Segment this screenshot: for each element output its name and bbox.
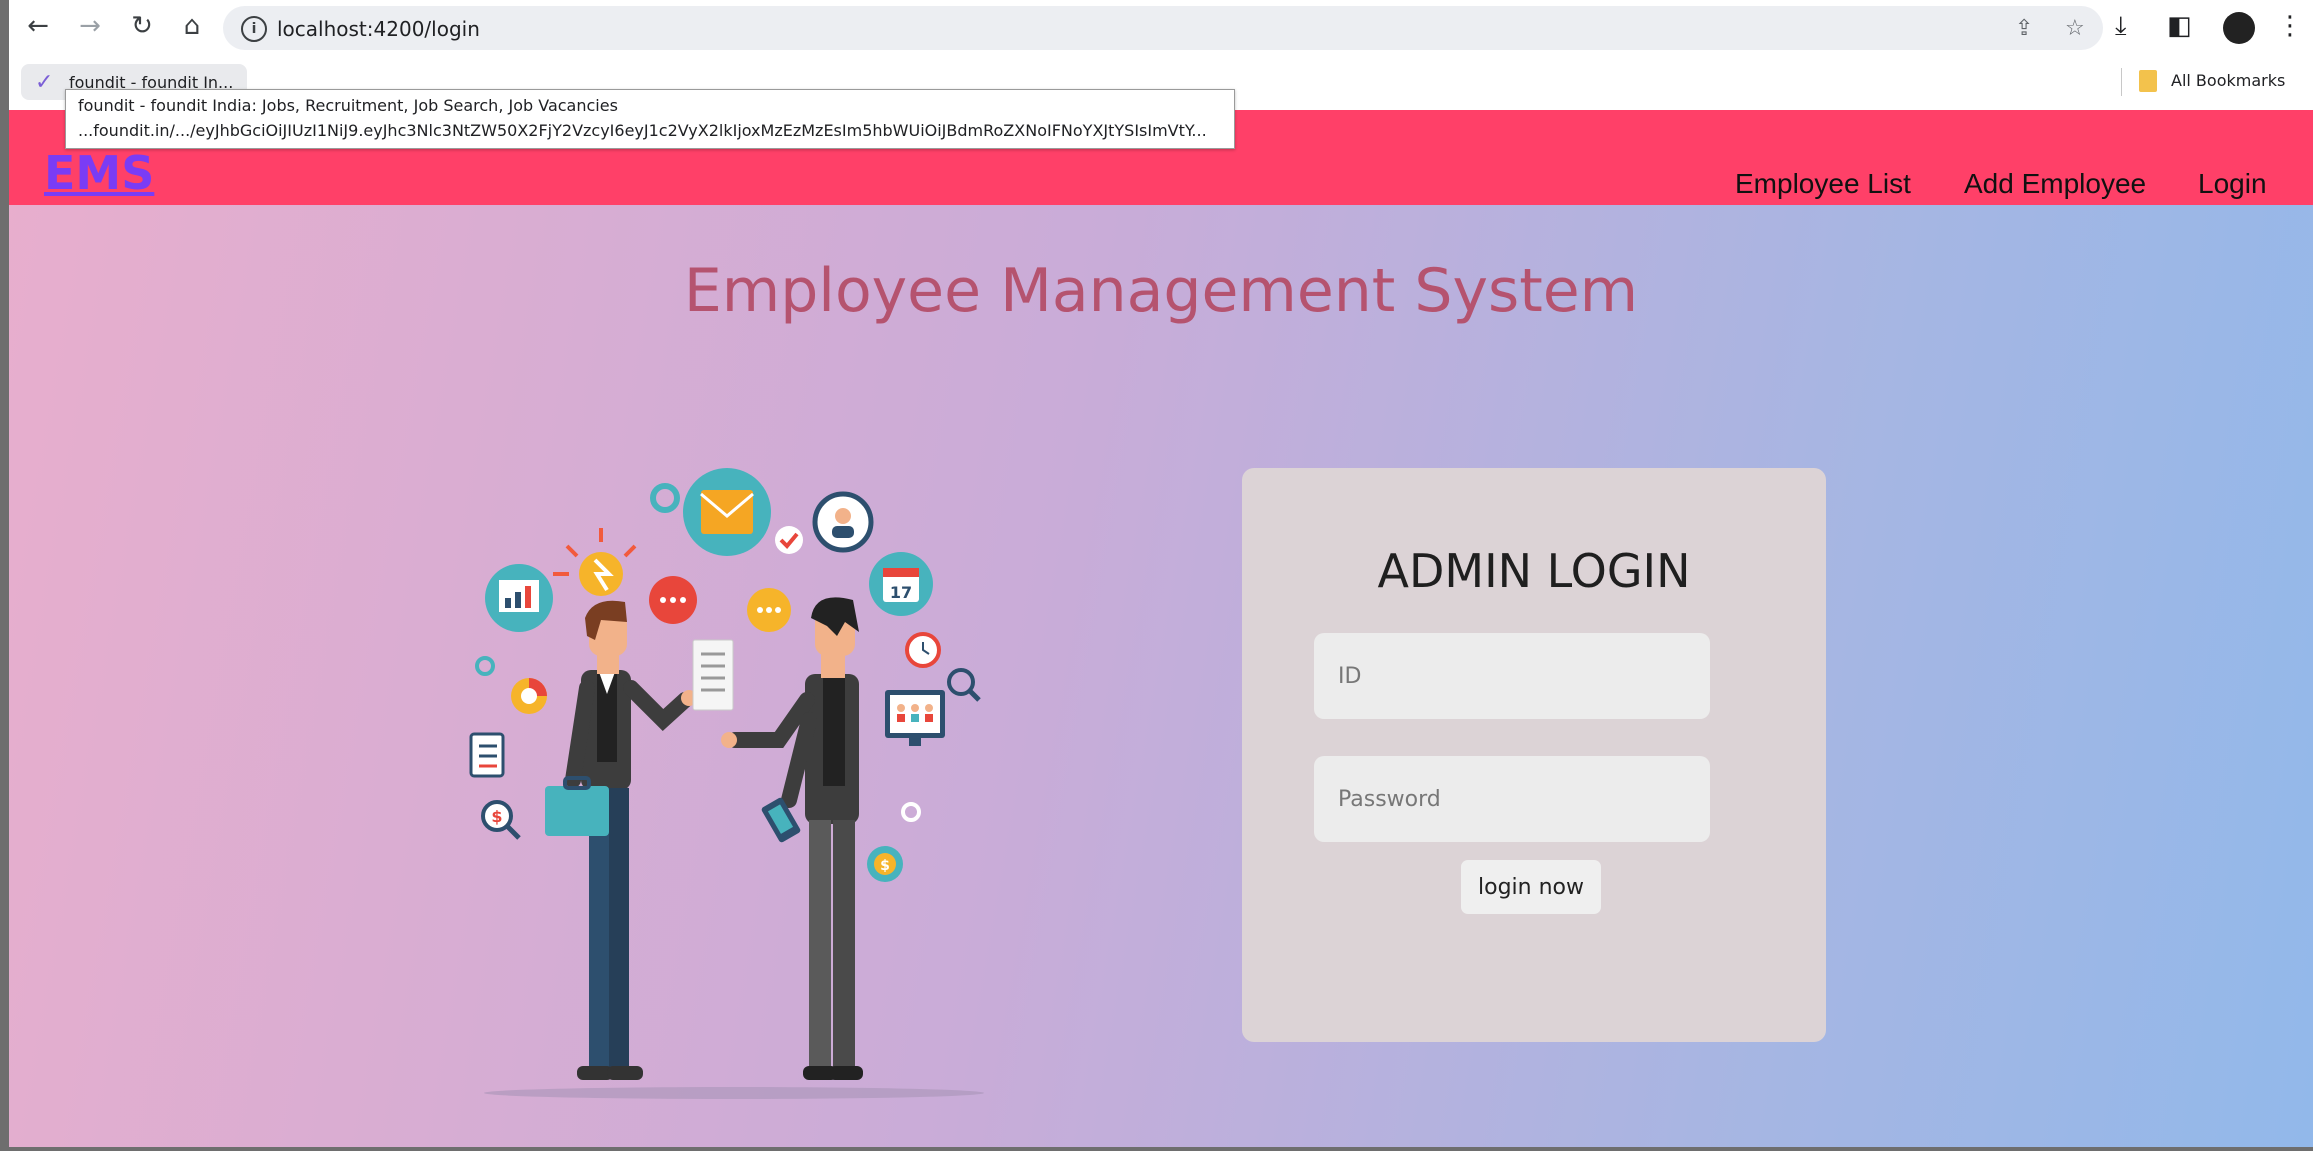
address-bar[interactable]: i localhost:4200/login ⇪ ☆ <box>223 6 2103 50</box>
gear-icon <box>650 483 680 513</box>
info-icon[interactable]: i <box>241 16 267 42</box>
chat-bubble-icon <box>649 576 697 624</box>
foundit-favicon-icon: ✓ <box>35 70 54 95</box>
profile-icon <box>812 491 874 553</box>
login-now-button[interactable]: login now <box>1461 860 1601 914</box>
password-input[interactable] <box>1314 756 1710 842</box>
bookmarks-divider <box>2121 68 2122 96</box>
menu-kebab-icon[interactable]: ⋮ <box>2277 11 2303 41</box>
forward-arrow-icon[interactable]: → <box>75 11 105 41</box>
magnifier-icon <box>947 668 981 702</box>
checkmark-icon <box>775 526 803 554</box>
chat-bubble-icon <box>747 588 791 632</box>
small-gear-icon <box>475 656 495 676</box>
reload-icon[interactable]: ↻ <box>127 11 157 41</box>
pie-chart-icon <box>511 678 547 714</box>
svg-text:$: $ <box>880 858 890 874</box>
email-icon <box>683 468 771 556</box>
nav-employee-list[interactable]: Employee List <box>1735 168 1911 200</box>
brand-logo-link[interactable]: EMS <box>44 146 154 200</box>
calendar-icon: 17 <box>869 552 933 616</box>
svg-text:17: 17 <box>890 583 912 602</box>
id-input[interactable] <box>1314 633 1710 719</box>
share-icon[interactable]: ⇪ <box>2015 16 2033 41</box>
sidepanel-icon[interactable]: ◧ <box>2167 11 2192 41</box>
url-text[interactable]: localhost:4200/login <box>277 17 480 41</box>
browser-toolbar: ← → ↻ ⌂ i localhost:4200/login ⇪ ☆ ⤓ ◧ ⋮ <box>9 0 2313 54</box>
businessman-right <box>721 597 863 1080</box>
small-gear-icon <box>901 802 921 822</box>
businessman-left <box>545 600 697 1080</box>
page-title: Employee Management System <box>683 256 1639 326</box>
business-meeting-illustration: 17 $ $ <box>469 468 984 1099</box>
tooltip-title: foundit - foundit India: Jobs, Recruitme… <box>78 96 618 115</box>
tooltip-url: ...foundit.in/.../eyJhbGciOiJIUzI1NiJ9.e… <box>78 121 1207 140</box>
all-bookmarks-link[interactable]: All Bookmarks <box>2171 71 2285 90</box>
browser-window: ← → ↻ ⌂ i localhost:4200/login ⇪ ☆ ⤓ ◧ ⋮… <box>9 0 2313 1147</box>
svg-text:$: $ <box>491 807 502 826</box>
back-arrow-icon[interactable]: ← <box>23 11 53 41</box>
page-viewport: EMS Employee List Add Employee Login Emp… <box>9 110 2313 1147</box>
team-monitor-icon <box>885 690 945 746</box>
checklist-icon <box>469 732 505 778</box>
lightbulb-icon <box>553 528 637 596</box>
folder-icon <box>2139 70 2157 92</box>
chart-board-icon <box>485 564 553 632</box>
nav-login[interactable]: Login <box>2198 168 2267 200</box>
login-title: ADMIN LOGIN <box>1377 544 1691 598</box>
admin-login-card: ADMIN LOGIN login now <box>1242 468 1826 1042</box>
coin-icon: $ <box>867 846 903 882</box>
document-icon <box>692 639 734 711</box>
star-icon[interactable]: ☆ <box>2065 16 2085 41</box>
profile-avatar[interactable] <box>2223 12 2255 44</box>
clock-icon <box>905 632 941 668</box>
dollar-search-icon: $ <box>481 800 521 840</box>
nav-add-employee[interactable]: Add Employee <box>1964 168 2146 200</box>
bookmark-tooltip: foundit - foundit India: Jobs, Recruitme… <box>65 89 1235 149</box>
download-icon[interactable]: ⤓ <box>2115 11 2127 42</box>
home-icon[interactable]: ⌂ <box>177 11 207 41</box>
